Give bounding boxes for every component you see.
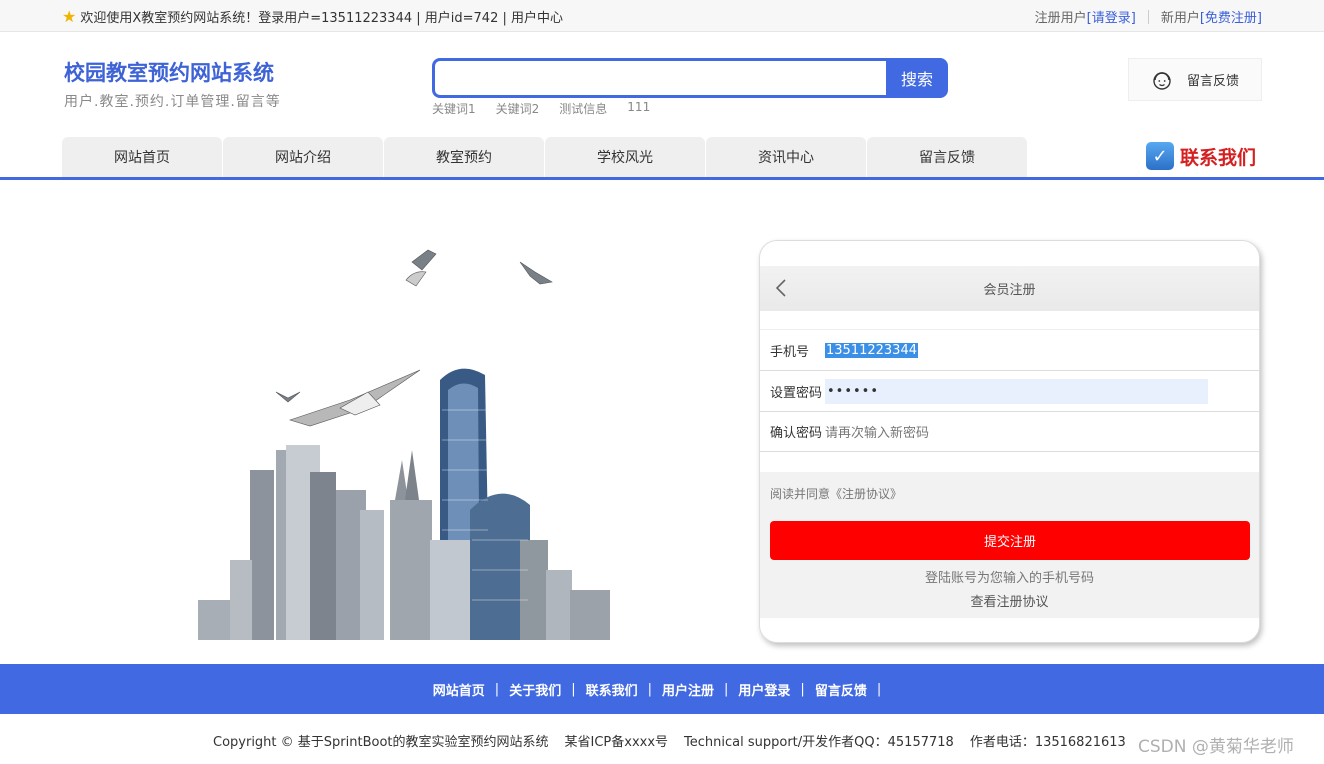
back-arrow-icon[interactable] [774, 278, 788, 298]
registered-user-label: 注册用户 [1034, 11, 1087, 26]
welcome-area: ★ 欢迎使用X教室预约网站系统！登录用户=13511223344 | 用户id=… [62, 7, 563, 26]
footer-link-about[interactable]: 关于我们 [509, 680, 561, 699]
card-header: 会员注册 [760, 266, 1259, 311]
main-nav: 网站首页 网站介绍 教室预约 学校风光 资讯中心 留言反馈 [62, 137, 1027, 177]
brand: 校园教室预约网站系统 用户.教室.预约.订单管理.留言等 [64, 57, 281, 111]
footer-nav: 网站首页 | 关于我们 | 联系我们 | 用户注册 | 用户登录 | 留言反馈 | [0, 664, 1324, 714]
copyright-text: Copyright © 基于SprintBoot的教室实验室预约网站系统 [213, 735, 549, 750]
author-phone: 作者电话：13516821613 [969, 735, 1126, 750]
footer-link-home[interactable]: 网站首页 [433, 680, 485, 699]
contact-us-label: 联系我们 [1180, 146, 1257, 169]
watermark: CSDN @黄菊华老师 [1138, 737, 1294, 757]
phone-input[interactable]: 13511223344 [825, 342, 918, 358]
footer-link-register[interactable]: 用户注册 [662, 680, 714, 699]
agree-text[interactable]: 阅读并同意《注册协议》 [770, 485, 902, 502]
keyword-link[interactable]: 111 [627, 100, 650, 117]
footer-link-login[interactable]: 用户登录 [738, 680, 790, 699]
password-input[interactable]: •••••• [825, 378, 1208, 404]
nav-underline [0, 177, 1324, 180]
nav-item-feedback[interactable]: 留言反馈 [867, 137, 1027, 177]
account-links: 注册用户 [请登录] 新用户 [免费注册] [1035, 7, 1262, 26]
password-label: 设置密码 [770, 385, 823, 401]
submit-register-button[interactable]: 提交注册 [770, 521, 1250, 560]
account-tip: 登陆账号为您输入的手机号码 [924, 571, 1094, 586]
site-title[interactable]: 校园教室预约网站系统 [64, 57, 281, 87]
contact-us-link[interactable]: ✓ 联系我们 [1146, 142, 1256, 170]
phone-label: 手机号 [770, 344, 810, 360]
nav-item-booking[interactable]: 教室预约 [384, 137, 544, 177]
search-input[interactable] [432, 58, 886, 98]
feedback-label: 留言反馈 [1187, 74, 1240, 89]
welcome-text: 欢迎使用X教室预约网站系统！登录用户=13511223344 | 用户id=74… [80, 11, 563, 26]
footer-link-feedback[interactable]: 留言反馈 [815, 680, 867, 699]
search-button[interactable]: 搜索 [886, 58, 948, 98]
nav-item-home[interactable]: 网站首页 [62, 137, 222, 177]
feedback-button[interactable]: 留言反馈 [1128, 58, 1262, 101]
divider [1147, 9, 1149, 24]
nav-item-scenery[interactable]: 学校风光 [545, 137, 705, 177]
confirm-row: 确认密码 请再次输入新密码 [760, 411, 1259, 452]
password-row: 设置密码 •••••• [760, 370, 1259, 411]
hot-keywords: 关键词1 关键词2 测试信息 111 [432, 100, 650, 117]
customer-service-icon [1153, 71, 1171, 90]
site-subtitle: 用户.教室.预约.订单管理.留言等 [64, 94, 281, 110]
login-link[interactable]: [请登录] [1087, 7, 1136, 26]
nav-item-about[interactable]: 网站介绍 [223, 137, 383, 177]
register-link[interactable]: [免费注册] [1200, 7, 1262, 26]
nav-item-news[interactable]: 资讯中心 [706, 137, 866, 177]
support-text: Technical support/开发作者QQ：45157718 [684, 735, 954, 750]
copyright: Copyright © 基于SprintBoot的教室实验室预约网站系统 某省I… [213, 731, 1126, 750]
keyword-link[interactable]: 测试信息 [559, 100, 607, 117]
star-icon: ★ [62, 7, 77, 26]
view-agreement-link[interactable]: 查看注册协议 [760, 591, 1259, 610]
card-title: 会员注册 [983, 283, 1036, 298]
phone-field-row: 手机号 13511223344 [760, 329, 1259, 370]
icp-text: 某省ICP备xxxx号 [564, 735, 669, 750]
keyword-link[interactable]: 关键词1 [432, 100, 476, 117]
edit-icon: ✓ [1146, 142, 1174, 170]
search-bar: 搜索 [432, 58, 948, 98]
register-card: 会员注册 手机号 13511223344 设置密码 •••••• 确认密码 请再… [759, 240, 1260, 643]
top-bar: ★ 欢迎使用X教室预约网站系统！登录用户=13511223344 | 用户id=… [0, 0, 1324, 32]
confirm-password-input[interactable]: 请再次输入新密码 [825, 422, 929, 441]
new-user-label: 新用户 [1160, 11, 1200, 26]
footer-link-contact[interactable]: 联系我们 [586, 680, 638, 699]
city-illustration [198, 249, 610, 640]
confirm-label: 确认密码 [770, 426, 823, 441]
keyword-link[interactable]: 关键词2 [496, 100, 540, 117]
